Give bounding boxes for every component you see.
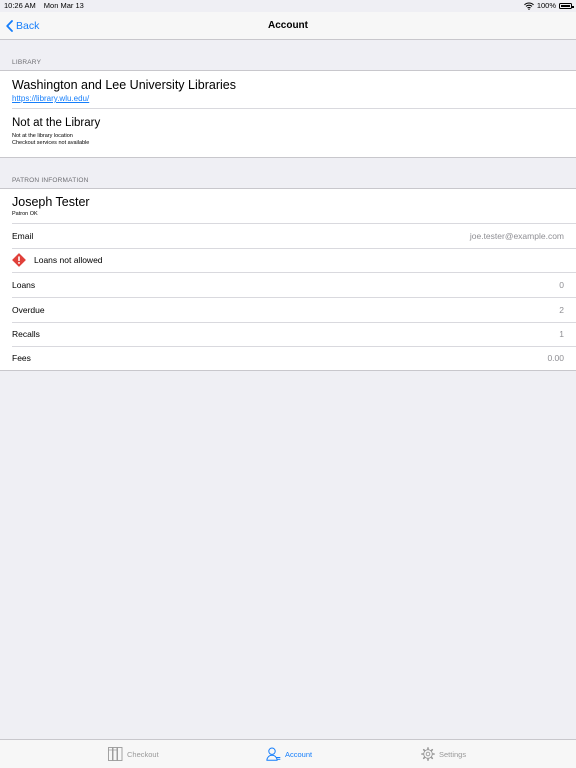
status-right: 100%	[523, 0, 574, 12]
section-header-patron: PATRON INFORMATION	[12, 177, 89, 184]
tab-account-label: Account	[285, 749, 313, 759]
warning-label: Loans not allowed	[34, 255, 103, 265]
patron-status: Patron OK	[12, 211, 38, 217]
loans-row: Loans 0	[0, 272, 576, 297]
patron-name: Joseph Tester	[12, 195, 90, 209]
page-title: Account	[268, 20, 308, 31]
status-time: 10:26 AM	[4, 1, 36, 10]
recalls-label: Recalls	[12, 329, 40, 339]
recalls-row: Recalls 1	[0, 322, 576, 346]
location-title: Not at the Library	[12, 117, 101, 129]
email-value: joe.tester@example.com	[469, 230, 564, 241]
overdue-label: Overdue	[12, 304, 45, 315]
overdue-value: 2	[559, 304, 564, 315]
tab-checkout-label: Checkout	[127, 749, 159, 759]
fees-label: Fees	[12, 353, 31, 363]
status-left: 10:26 AM Mon Mar 13	[4, 0, 84, 12]
library-cell: Washington and Lee University Libraries …	[0, 71, 576, 108]
tab-settings-label: Settings	[439, 749, 467, 759]
tab-bar: Checkout Account Settings	[0, 739, 576, 768]
fees-row: Fees 0.00	[0, 346, 576, 370]
battery-icon	[559, 3, 574, 9]
books-icon	[108, 747, 123, 761]
tab-checkout[interactable]: Checkout	[108, 740, 159, 768]
email-row: Email joe.tester@example.com	[0, 223, 576, 248]
patron-group: Joseph Tester Patron OK Email joe.tester…	[0, 188, 576, 371]
recalls-value: 1	[559, 329, 564, 339]
battery-percent: 100%	[536, 1, 556, 10]
library-name: Washington and Lee University Libraries	[12, 78, 236, 92]
library-url-link[interactable]: https://library.wlu.edu/	[12, 94, 89, 103]
warning-row: Loans not allowed	[0, 248, 576, 272]
location-cell: Not at the Library Not at the library lo…	[0, 108, 576, 157]
location-detail-1: Not at the library location	[12, 133, 73, 139]
location-detail-2: Checkout services not available	[12, 140, 90, 146]
status-bar: 10:26 AM Mon Mar 13 100%	[0, 0, 576, 12]
overdue-row: Overdue 2	[0, 297, 576, 322]
navigation-bar: Back Account	[0, 12, 576, 40]
library-group: Washington and Lee University Libraries …	[0, 70, 576, 158]
section-header-library: LIBRARY	[12, 59, 42, 66]
person-icon	[266, 747, 281, 761]
patron-cell: Joseph Tester Patron OK	[0, 189, 576, 223]
fees-value: 0.00	[547, 353, 564, 363]
status-date: Mon Mar 13	[43, 1, 84, 10]
loans-label: Loans	[12, 279, 36, 290]
email-label: Email	[12, 230, 34, 241]
tab-account[interactable]: Account	[266, 740, 312, 768]
warning-icon	[12, 253, 26, 267]
wifi-icon	[523, 2, 534, 10]
gear-icon	[421, 747, 435, 761]
loans-value: 0	[559, 279, 564, 290]
tab-settings[interactable]: Settings	[421, 740, 466, 768]
